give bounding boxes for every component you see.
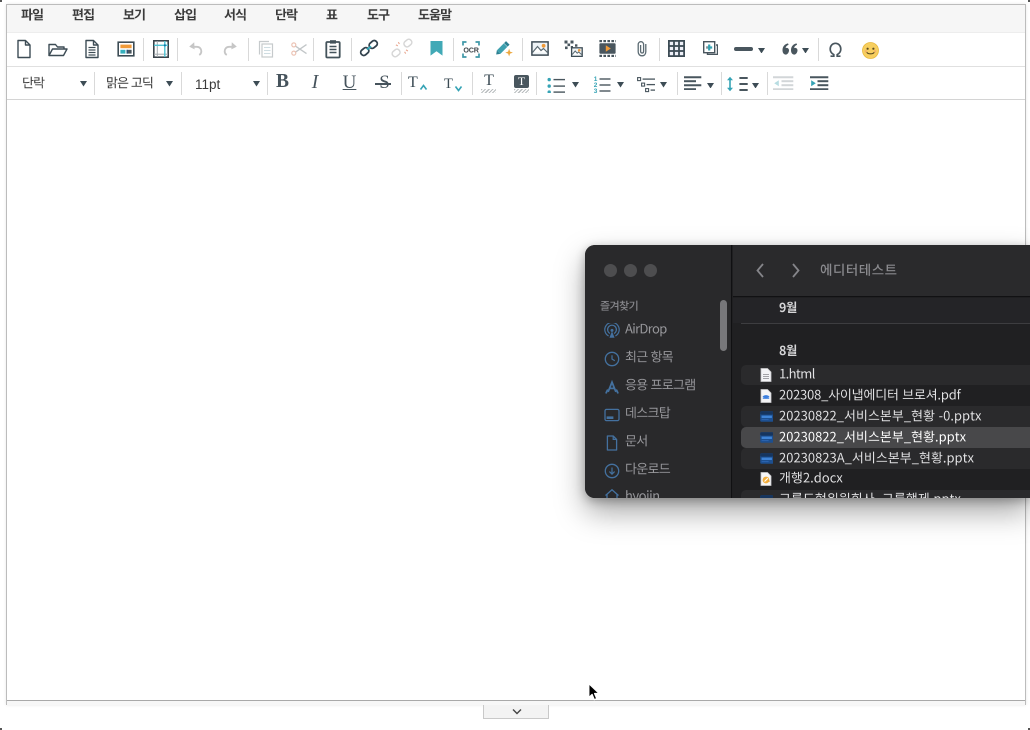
svg-text:3: 3 [594,88,598,93]
svg-text:OCR: OCR [463,45,479,54]
